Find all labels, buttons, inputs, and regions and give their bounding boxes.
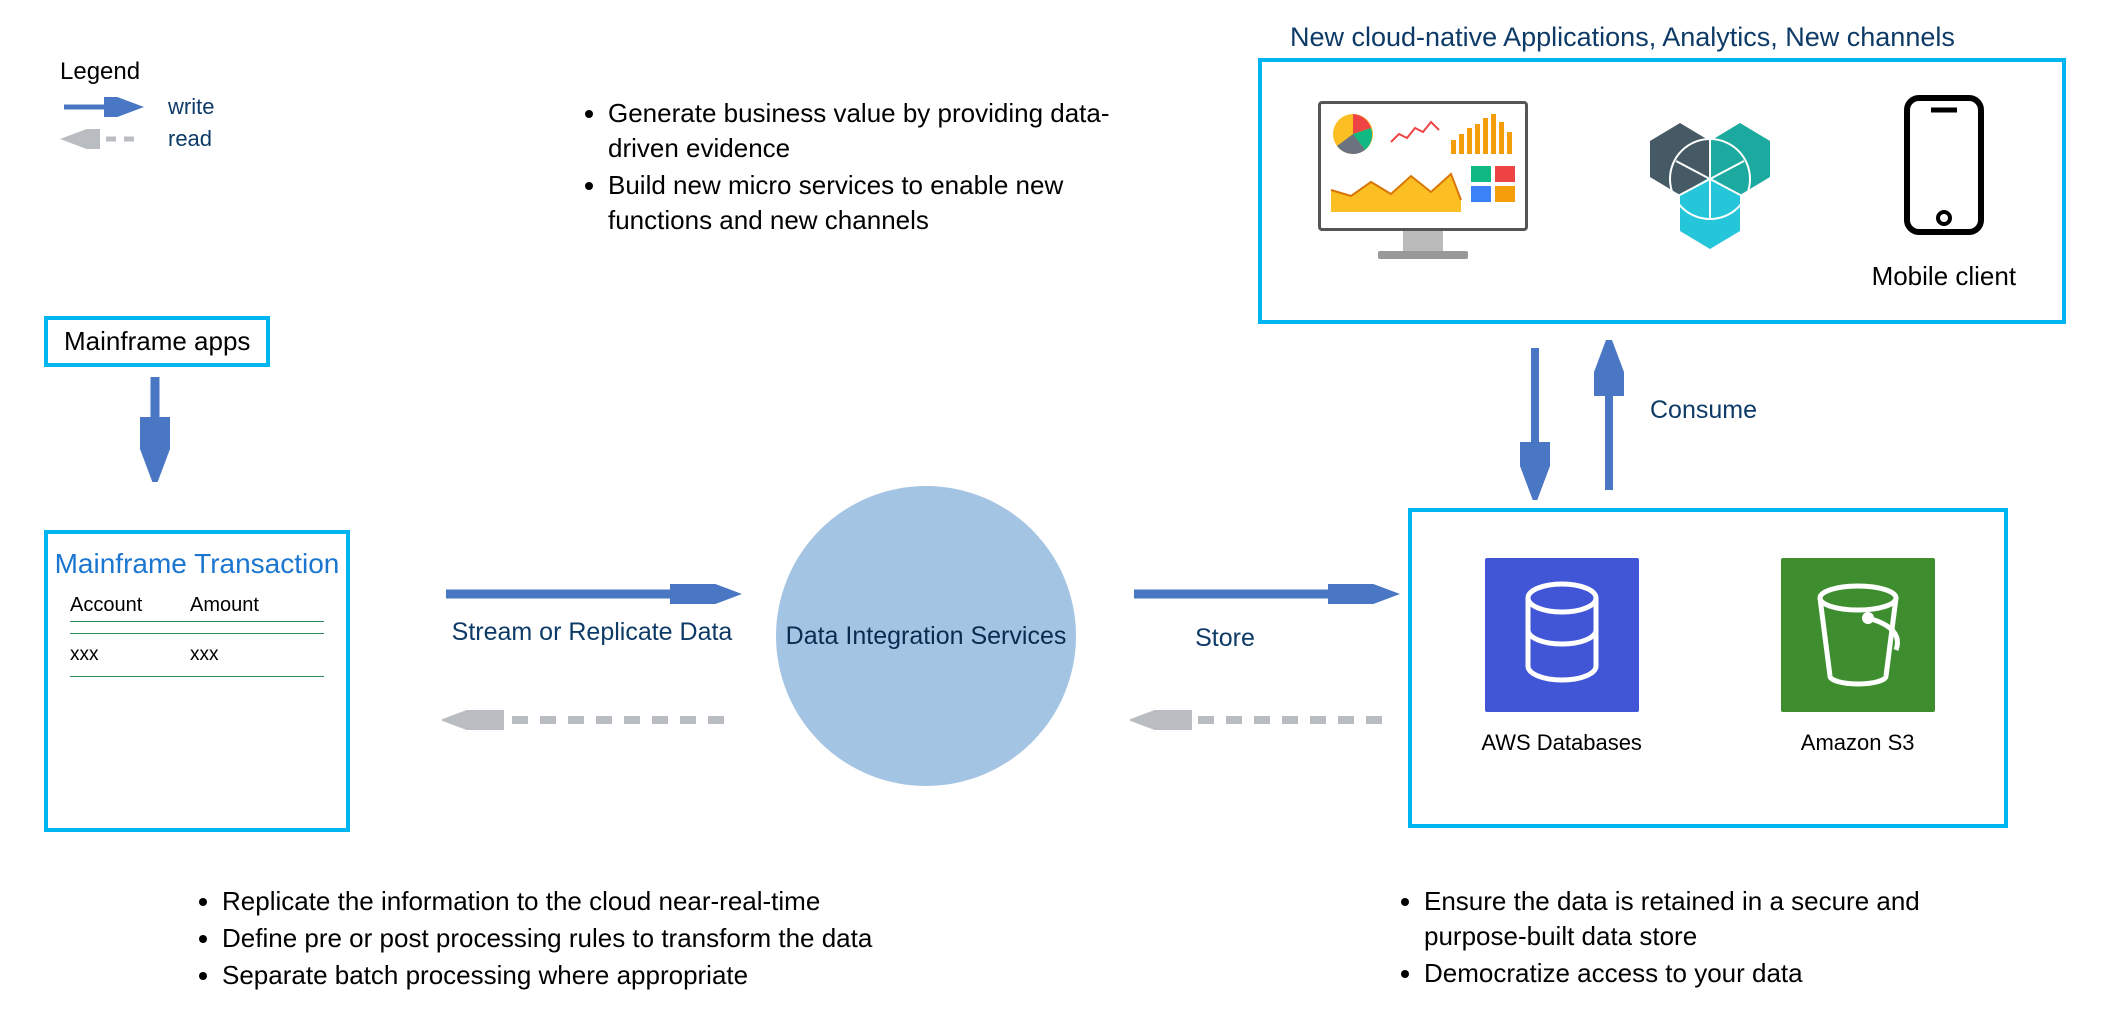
arrow-store-write	[1130, 584, 1400, 604]
hexagon-cluster-icon	[1590, 101, 1820, 281]
list-item: Separate batch processing where appropri…	[222, 958, 992, 993]
flow-stream-label: Stream or Replicate Data	[442, 618, 742, 647]
arrow-consume-down	[1520, 340, 1550, 500]
legend-read-label: read	[168, 126, 212, 152]
s3-label: Amazon S3	[1781, 730, 1935, 756]
circle-label: Data Integration Services	[786, 622, 1067, 651]
txn-table: Account Amount xxx xxx	[70, 590, 324, 677]
mainframe-txn-box: Mainframe Transaction Account Amount xxx…	[44, 530, 350, 832]
dashboard-monitor-icon	[1308, 101, 1538, 281]
aws-databases-block: AWS Databases	[1481, 558, 1642, 756]
cloud-native-box: Mobile client	[1258, 58, 2066, 324]
amazon-s3-block: Amazon S3	[1781, 558, 1935, 756]
list-item: Generate business value by providing dat…	[608, 96, 1138, 166]
mobile-client-block: Mobile client	[1872, 90, 2017, 292]
aws-store-box: AWS Databases Amazon S3	[1408, 508, 2008, 828]
list-item: Build new micro services to enable new f…	[608, 168, 1138, 238]
list-item: Replicate the information to the cloud n…	[222, 884, 992, 919]
list-item: Ensure the data is retained in a secure …	[1424, 884, 1994, 954]
txn-val-amount: xxx	[190, 644, 219, 666]
bullets-bottom-right: Ensure the data is retained in a secure …	[1394, 884, 1994, 993]
cloud-native-title: New cloud-native Applications, Analytics…	[1290, 22, 1955, 53]
aws-databases-icon	[1485, 558, 1639, 712]
mainframe-apps-label: Mainframe apps	[64, 326, 250, 356]
legend-arrow-read	[60, 129, 150, 149]
mobile-phone-icon	[1889, 90, 1999, 250]
arrow-apps-to-txn	[140, 372, 170, 482]
bullets-top: Generate business value by providing dat…	[578, 96, 1138, 240]
legend-title: Legend	[60, 58, 214, 86]
mainframe-txn-title: Mainframe Transaction	[48, 548, 346, 580]
arrow-consume-up	[1594, 340, 1624, 500]
arrow-stream-read	[442, 710, 742, 730]
aws-databases-label: AWS Databases	[1481, 730, 1642, 756]
bullets-bottom-left: Replicate the information to the cloud n…	[192, 884, 992, 995]
arrow-store-read	[1130, 710, 1400, 730]
legend-write-label: write	[168, 94, 214, 120]
table-row: Account Amount	[70, 590, 324, 622]
flow-consume-label: Consume	[1650, 396, 1757, 425]
list-item: Define pre or post processing rules to t…	[222, 921, 992, 956]
legend-block: Legend write read	[60, 58, 214, 152]
txn-val-account: xxx	[70, 644, 190, 666]
table-row: xxx xxx	[70, 634, 324, 677]
list-item: Democratize access to your data	[1424, 956, 1994, 991]
flow-store-label: Store	[1160, 624, 1290, 653]
txn-col-account: Account	[70, 594, 190, 617]
data-integration-circle: Data Integration Services	[776, 486, 1076, 786]
s3-bucket-icon	[1781, 558, 1935, 712]
legend-arrow-write	[60, 97, 150, 117]
mainframe-apps-box: Mainframe apps	[44, 316, 270, 367]
mobile-client-label: Mobile client	[1872, 261, 2017, 292]
arrow-stream-write	[442, 584, 742, 604]
txn-col-amount: Amount	[190, 594, 259, 617]
